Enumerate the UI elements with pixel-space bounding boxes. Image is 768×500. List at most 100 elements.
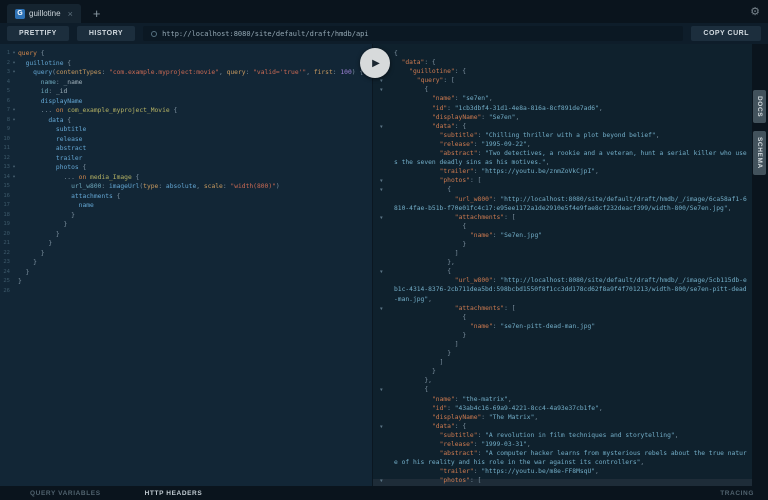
line-number: 26 [3,287,10,294]
query-line: 16 attachments { [0,192,372,202]
query-variables-tab[interactable]: QUERY VARIABLES [30,490,101,497]
settings-gear-icon[interactable]: ⚙ [750,5,760,18]
main-split: 1 ▾ query {2 ▾ guillotine {3 ▾ query(content… [0,44,768,486]
fold-arrow-icon[interactable]: ▾ [10,173,18,183]
close-icon[interactable]: × [68,9,73,19]
query-editor[interactable]: 1 ▾ query {2 ▾ guillotine {3 ▾ query(content… [0,44,372,486]
code-token: on [55,107,64,114]
code-token: }, [424,377,432,385]
response-line: } [373,349,752,358]
fold-arrow-icon[interactable]: ▾ [10,116,18,126]
code-token: : [447,404,455,412]
fold-arrow-icon[interactable]: ▾ [10,49,18,59]
query-playground-window: G guillotine × + ⚙ PRETTIFY HISTORY COPY… [0,0,768,500]
prettify-button[interactable]: PRETTIFY [7,26,69,41]
code-token: query [33,69,53,76]
query-line: 25} [0,277,372,287]
code-token: , [534,413,539,421]
endpoint-url-input[interactable] [162,29,676,38]
response-line: "url_w800": "http://localhost:8080/site/… [373,195,752,213]
code-token: "1cb3dbf4-31d1-4e8a-816a-8cf891de7ad6" [454,104,599,112]
toolbar: PRETTIFY HISTORY COPY CURL [0,23,768,44]
response-line: "trailer": "https://youtu.be/znmZoVkCjpI… [373,167,752,176]
fold-arrow-icon[interactable]: ▼ [380,477,383,486]
code-token: "guillotine" [409,68,455,76]
code-token: , [595,168,599,176]
side-tab-strip: DOCS SCHEMA [752,44,768,486]
code-token: "name" [470,231,493,239]
tab-guillotine[interactable]: G guillotine × [7,4,81,23]
response-line: "subtitle": "A revolution in film techni… [373,431,752,440]
code-token: { [78,164,87,171]
response-line: ▼"data": { [373,422,752,431]
line-number: 4 [6,78,10,85]
tracing-tab[interactable]: TRACING [720,490,754,497]
code-token: : { [454,68,467,76]
response-line: "id": "1cb3dbf4-31d1-4e8a-816a-8cf891de7… [373,104,752,113]
line-number: 6 [6,97,10,104]
line-number: 19 [3,221,10,227]
new-tab-button[interactable]: + [93,6,101,21]
line-number: 23 [3,259,10,265]
fold-arrow-icon[interactable]: ▾ [10,59,18,69]
fold-arrow-icon[interactable]: ▾ [10,106,18,116]
copy-curl-button[interactable]: COPY CURL [691,26,761,41]
endpoint-globe-icon [151,30,158,37]
query-line: 13 ▾ photos { [0,163,372,173]
code-token: "url_w800" [454,277,493,285]
code-token: "http://localhost:8080/site/default/draf… [394,195,747,212]
code-token: first [313,69,333,76]
query-line: 15 url_w800: imageUrl(type: absolute, sc… [0,182,372,192]
code-token: } [432,368,436,376]
response-line: ▼ "photos": [ [373,476,752,485]
response-line: "abstract": "A computer hacker learns fr… [373,449,752,467]
code-token: : [ [504,213,516,221]
query-line: 10 release [0,135,372,145]
line-number: 11 [3,145,10,151]
query-line: 19 } [0,220,372,230]
line-number: 21 [3,240,10,246]
query-line: 20 } [0,230,372,240]
query-line: 17 name [0,201,372,211]
fold-arrow-icon[interactable]: ▾ [10,163,18,173]
code-token: : [447,104,455,112]
code-token: } [462,240,467,248]
code-token: : [ [469,177,482,185]
code-token: { [462,222,467,230]
code-token: photos [55,164,79,171]
query-line: 8 ▾ data { [0,116,372,126]
query-line: 22 } [0,249,372,259]
code-token: name [40,78,56,86]
code-token: "displayName" [432,413,482,421]
http-headers-tab[interactable]: HTTP HEADERS [145,490,203,497]
code-token: { [462,313,467,321]
code-token: _name [63,78,83,86]
line-number: 15 [3,183,10,189]
code-token: { [424,86,429,94]
history-button[interactable]: HISTORY [76,26,136,41]
response-line: "name": "the-matrix", [373,395,752,404]
code-token: , [526,441,531,449]
code-token: : { [454,422,467,430]
schema-tab[interactable]: SCHEMA [753,131,766,175]
execute-query-button[interactable]: ▶ [360,48,390,78]
code-token: } [18,259,37,266]
code-token: { [131,173,140,181]
code-token: : [477,450,486,458]
line-number: 17 [3,202,10,208]
line-number: 24 [3,268,10,275]
fold-arrow-icon[interactable]: ▾ [10,68,18,78]
code-token: "data" [432,422,455,430]
docs-tab[interactable]: DOCS [753,90,766,124]
code-token: }, [447,259,455,267]
